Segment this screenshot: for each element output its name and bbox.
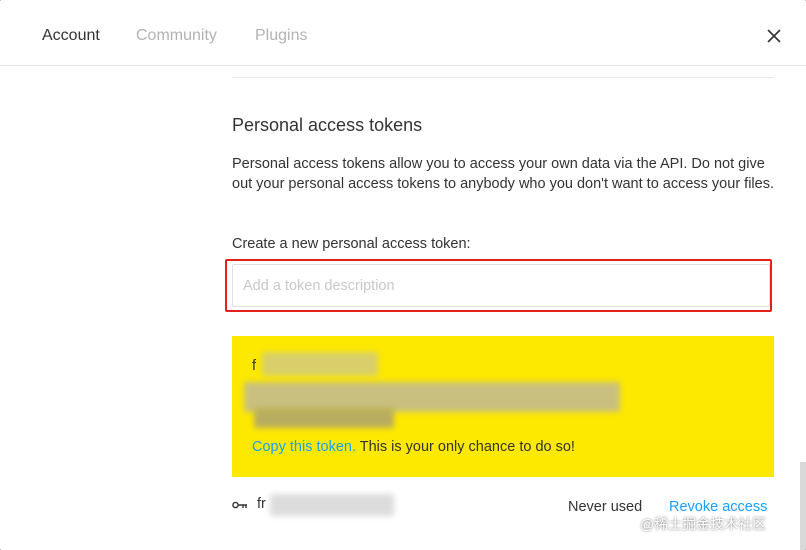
key-icon [232,501,247,509]
new-token-name: f [252,358,257,374]
tab-community[interactable]: Community [136,26,217,46]
settings-modal: Account Community Plugins Personal acces… [0,0,806,550]
redacted-token-name [262,352,378,376]
section-title: Personal access tokens [232,115,423,135]
create-token-label: Create a new personal access token: [232,236,471,252]
tab-bar: Account Community Plugins [0,0,806,66]
redacted-token-value-2 [254,408,394,428]
copy-token-message: Copy this token. This is your only chanc… [252,438,575,456]
close-icon [767,29,781,43]
copy-token-link[interactable]: Copy this token. [252,439,356,455]
tab-account[interactable]: Account [42,26,100,46]
revoke-access-link[interactable]: Revoke access [669,499,767,515]
close-button[interactable] [764,26,784,46]
section-description: Personal access tokens allow you to acce… [232,156,774,192]
tab-plugins[interactable]: Plugins [255,26,307,46]
redacted-token-name [270,494,394,516]
watermark: @稀土掘金技术社区 [640,516,767,532]
scrollbar[interactable] [800,462,806,550]
copy-token-note: This is your only chance to do so! [355,439,575,455]
token-name: fr [257,496,266,512]
token-usage-status: Never used [568,499,643,515]
input-highlight-box [225,259,772,312]
section-divider [232,77,774,78]
new-token-panel: f Copy this token. This is your only cha… [232,336,774,477]
